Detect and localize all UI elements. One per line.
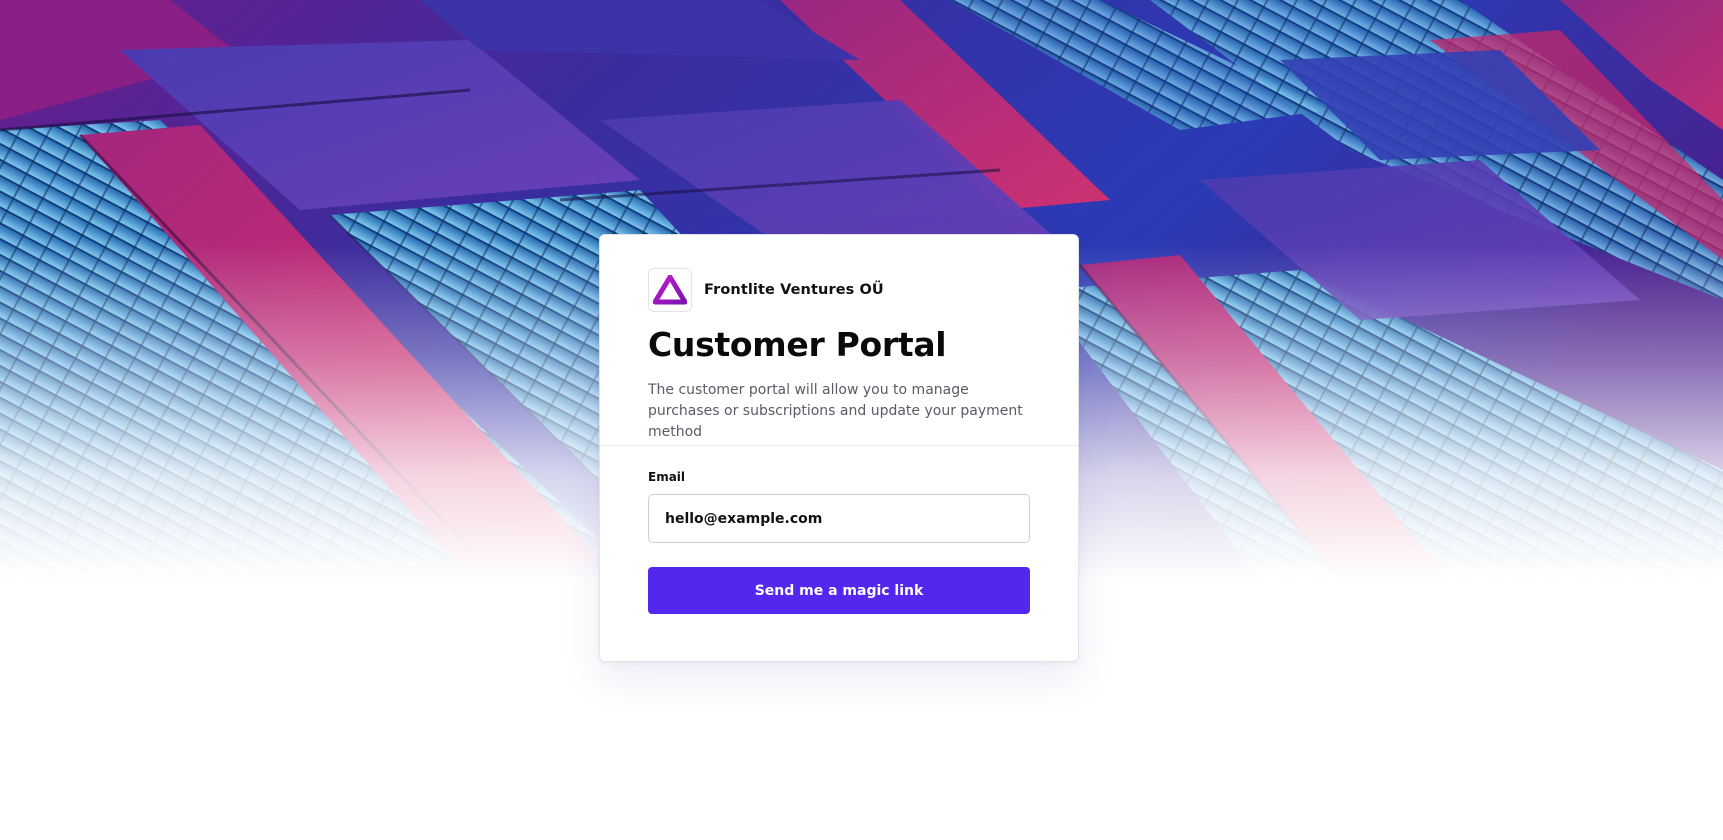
send-magic-link-button[interactable]: Send me a magic link	[648, 567, 1030, 614]
company-name: Frontlite Ventures OÜ	[704, 282, 884, 298]
page-title: Customer Portal	[648, 325, 947, 364]
email-label: Email	[648, 470, 686, 484]
triangle-logo-icon	[653, 275, 687, 305]
brand-row: Frontlite Ventures OÜ	[648, 268, 1030, 312]
email-form: Email Send me a magic link	[600, 446, 1078, 614]
card-header: Frontlite Ventures OÜ Customer Portal Th…	[600, 235, 1078, 445]
page-subtitle: The customer portal will allow you to ma…	[648, 382, 1023, 440]
email-field[interactable]	[648, 494, 1030, 543]
brand-logo	[648, 268, 692, 312]
login-card: Frontlite Ventures OÜ Customer Portal Th…	[599, 234, 1079, 662]
